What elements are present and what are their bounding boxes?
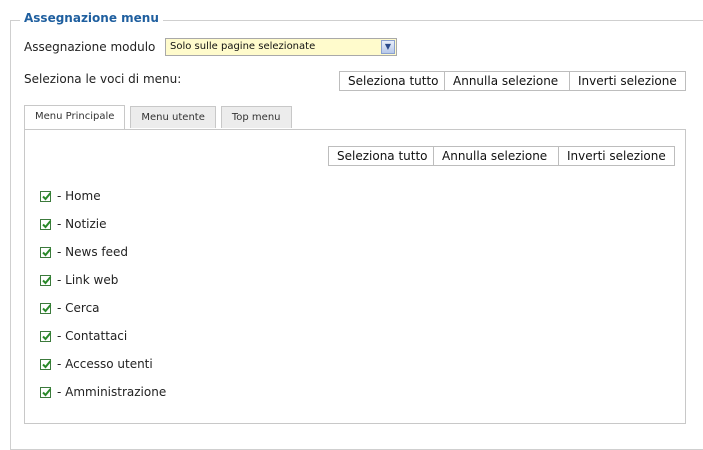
checkbox-link-web[interactable]: [40, 274, 52, 286]
list-item-label: - Notizie: [57, 217, 107, 231]
invert-selection-button[interactable]: Inverti selezione: [569, 71, 686, 91]
panel-invert-selection-button[interactable]: Inverti selezione: [558, 146, 675, 166]
checkbox-notizie[interactable]: [40, 218, 52, 230]
list-item: - Link web: [40, 266, 166, 294]
top-button-group: Seleziona tutto Annulla selezione Invert…: [339, 71, 686, 91]
select-all-button[interactable]: Seleziona tutto: [339, 71, 445, 91]
check-icon: [42, 219, 52, 228]
checkbox-home[interactable]: [40, 190, 52, 202]
list-item: - Cerca: [40, 294, 166, 322]
panel-deselect-button[interactable]: Annulla selezione: [433, 146, 559, 166]
tab-menu-principale[interactable]: Menu Principale: [24, 105, 126, 129]
list-item-label: - Link web: [57, 273, 119, 287]
tab-menu-utente[interactable]: Menu utente: [130, 106, 216, 128]
check-icon: [42, 331, 52, 340]
list-item: - Home: [40, 182, 166, 210]
list-item: - Contattaci: [40, 322, 166, 350]
deselect-button[interactable]: Annulla selezione: [444, 71, 570, 91]
checkbox-cerca[interactable]: [40, 302, 52, 314]
list-item-label: - News feed: [57, 245, 128, 259]
check-icon: [42, 191, 52, 200]
check-icon: [42, 387, 52, 396]
check-icon: [42, 359, 52, 368]
check-icon: [42, 303, 52, 312]
list-item-label: - Cerca: [57, 301, 100, 315]
module-assignment-label: Assegnazione modulo: [24, 40, 156, 54]
checkbox-news-feed[interactable]: [40, 246, 52, 258]
checkbox-contattaci[interactable]: [40, 330, 52, 342]
check-icon: [42, 275, 52, 284]
panel-select-all-button[interactable]: Seleziona tutto: [328, 146, 434, 166]
section-title: Assegnazione menu: [20, 11, 163, 25]
list-item: - Accesso utenti: [40, 350, 166, 378]
checkbox-amministrazione[interactable]: [40, 386, 52, 398]
check-icon: [42, 247, 52, 256]
list-item-label: - Amministrazione: [57, 385, 167, 399]
chevron-down-icon[interactable]: ▼: [381, 40, 395, 54]
panel-button-group: Seleziona tutto Annulla selezione Invert…: [328, 146, 675, 166]
module-assignment-select[interactable]: Solo sulle pagine selezionate ▼: [165, 38, 397, 56]
list-item-label: - Contattaci: [57, 329, 128, 343]
list-item-label: - Accesso utenti: [57, 357, 153, 371]
checkbox-accesso-utenti[interactable]: [40, 358, 52, 370]
module-assignment-value: Solo sulle pagine selezionate: [170, 41, 316, 52]
menu-items-list: - Home - Notizie - News feed - Link web …: [40, 182, 166, 406]
list-item: - News feed: [40, 238, 166, 266]
select-menu-items-label: Seleziona le voci di menu:: [24, 72, 182, 86]
tab-top-menu[interactable]: Top menu: [220, 106, 292, 128]
list-item-label: - Home: [57, 189, 101, 203]
list-item: - Notizie: [40, 210, 166, 238]
menu-tabs: Menu Principale Menu utente Top menu: [24, 105, 297, 129]
list-item: - Amministrazione: [40, 378, 166, 406]
